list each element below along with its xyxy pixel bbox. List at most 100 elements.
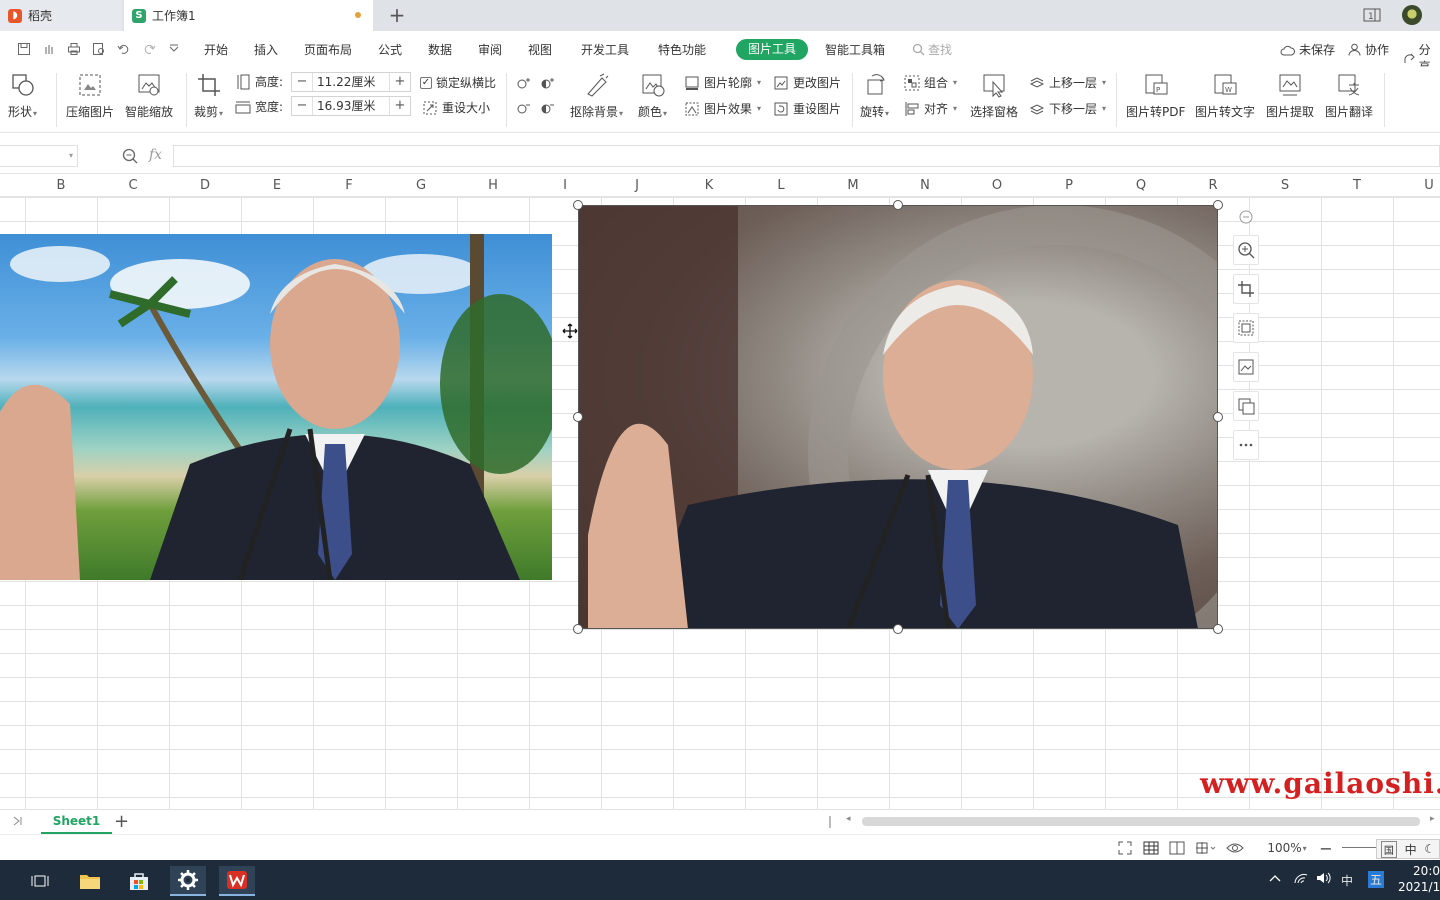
column-header-f[interactable]: F (313, 178, 385, 193)
scroll-left-icon[interactable]: ◂ (846, 814, 851, 824)
quick-access-dropdown-icon[interactable] (166, 41, 182, 57)
height-input[interactable]: 11.22厘米 (312, 73, 390, 91)
resize-handle-top[interactable] (893, 200, 903, 210)
column-header-g[interactable]: G (385, 178, 457, 193)
zoom-slider[interactable] (1342, 847, 1376, 848)
column-header-b[interactable]: B (25, 178, 97, 193)
shape-button[interactable]: 形状▾ (8, 71, 37, 120)
menu-home[interactable]: 开始 (204, 41, 228, 58)
remove-background-button[interactable]: 抠除背景▾ (570, 71, 623, 120)
menu-insert[interactable]: 插入 (254, 41, 278, 58)
tab-workbook[interactable]: S 工作簿1 (124, 0, 373, 31)
user-avatar[interactable] (1402, 5, 1422, 25)
hand-tool-icon[interactable] (41, 41, 57, 57)
tab-docer[interactable]: ◗ 稻壳 (0, 0, 122, 31)
original-portrait-picture[interactable] (578, 205, 1218, 629)
float-smart-zoom-button[interactable] (1233, 352, 1259, 382)
collapse-toolbar-button[interactable] (1233, 210, 1259, 226)
column-header-p[interactable]: P (1033, 178, 1105, 193)
column-header-s[interactable]: S (1249, 178, 1321, 193)
menu-view[interactable]: 视图 (528, 41, 552, 58)
contrast-increase-button[interactable] (540, 75, 556, 91)
width-increase-button[interactable]: + (390, 97, 410, 115)
file-explorer-button[interactable] (72, 866, 108, 896)
add-sheet-button[interactable]: + (114, 811, 129, 832)
float-more-button[interactable] (1233, 430, 1259, 460)
align-button[interactable]: 对齐 ▾ (904, 100, 957, 117)
column-header-j[interactable]: J (601, 178, 673, 193)
column-header-i[interactable]: I (529, 178, 601, 193)
chevron-down-icon[interactable]: ▾ (69, 151, 73, 160)
sheet-tab-sheet1[interactable]: Sheet1 (41, 810, 112, 834)
resize-handle-bottom[interactable] (893, 624, 903, 634)
resize-handle-top-right[interactable] (1213, 200, 1223, 210)
picture-extract-button[interactable]: 图片提取 (1266, 71, 1314, 120)
split-handle[interactable] (829, 816, 831, 828)
tray-chevron-up-icon[interactable] (1268, 872, 1282, 886)
resize-handle-right[interactable] (1213, 412, 1223, 422)
compress-picture-button[interactable]: 压缩图片 (66, 71, 114, 120)
column-header-q[interactable]: Q (1105, 178, 1177, 193)
unsaved-button[interactable]: 未保存 (1280, 41, 1335, 58)
fx-icon[interactable]: fx (149, 147, 162, 163)
crop-button[interactable]: 裁剪▾ (194, 71, 223, 120)
worksheet-grid[interactable]: www.gailaoshi. (0, 197, 1440, 809)
menu-review[interactable]: 审阅 (478, 41, 502, 58)
menu-formulas[interactable]: 公式 (378, 41, 402, 58)
column-header-e[interactable]: E (241, 178, 313, 193)
rotate-button[interactable]: 旋转▾ (860, 71, 889, 120)
column-header-c[interactable]: C (97, 178, 169, 193)
print-preview-icon[interactable] (91, 41, 107, 57)
ime-status-bar[interactable]: 国 中 ☾ (1376, 839, 1440, 859)
task-view-button[interactable] (22, 866, 58, 896)
smart-zoom-button[interactable]: 智能缩放 (125, 71, 173, 120)
normal-view-icon[interactable] (1141, 840, 1161, 856)
picture-outline-button[interactable]: 图片轮廓 ▾ (684, 74, 761, 91)
menu-data[interactable]: 数据 (428, 41, 452, 58)
name-box[interactable]: ▾ (0, 145, 78, 167)
zoom-level-dropdown[interactable]: 100% ▾ (1262, 840, 1312, 856)
resize-handle-left[interactable] (573, 412, 583, 422)
column-header-m[interactable]: M (817, 178, 889, 193)
tray-ime-mode[interactable]: 五 (1368, 871, 1385, 888)
volume-icon[interactable] (1316, 872, 1332, 887)
formula-input[interactable] (173, 145, 1440, 167)
column-header-u[interactable]: U (1393, 178, 1440, 193)
menu-smart-toolbox[interactable]: 智能工具箱 (825, 41, 885, 58)
tray-language[interactable]: 中 (1341, 872, 1353, 889)
page-break-view-icon[interactable] (1193, 840, 1219, 856)
redo-icon[interactable] (141, 41, 157, 57)
float-compress-button[interactable] (1233, 313, 1259, 343)
column-header-o[interactable]: O (961, 178, 1033, 193)
collaborate-button[interactable]: 协作 (1348, 41, 1389, 58)
eye-protection-icon[interactable] (1225, 840, 1245, 856)
height-stepper[interactable]: − 11.22厘米 + (291, 72, 411, 92)
column-header-r[interactable]: R (1177, 178, 1249, 193)
float-crop-button[interactable] (1233, 274, 1259, 304)
menu-page-layout[interactable]: 页面布局 (304, 41, 352, 58)
color-button[interactable]: 颜色▾ (638, 71, 667, 120)
resize-handle-bottom-right[interactable] (1213, 624, 1223, 634)
resize-handle-top-left[interactable] (573, 200, 583, 210)
send-backward-button[interactable]: 下移一层 ▾ (1029, 100, 1106, 117)
column-header-t[interactable]: T (1321, 178, 1393, 193)
height-decrease-button[interactable]: − (292, 73, 312, 91)
width-input[interactable]: 16.93厘米 (312, 97, 390, 115)
group-button[interactable]: 组合 ▾ (904, 74, 957, 91)
column-header-l[interactable]: L (745, 178, 817, 193)
brightness-increase-button[interactable] (516, 75, 532, 91)
column-header-n[interactable]: N (889, 178, 961, 193)
height-increase-button[interactable]: + (390, 73, 410, 91)
page-layout-view-icon[interactable] (1167, 840, 1187, 856)
lock-aspect-ratio-checkbox[interactable]: ✓ 锁定纵横比 (420, 74, 496, 91)
resize-handle-bottom-left[interactable] (573, 624, 583, 634)
settings-button[interactable] (170, 866, 206, 896)
column-header-d[interactable]: D (169, 178, 241, 193)
menu-search[interactable]: 查找 (912, 41, 952, 58)
undo-icon[interactable] (116, 41, 132, 57)
picture-effect-button[interactable]: 图片效果 ▾ (684, 100, 761, 117)
column-header-k[interactable]: K (673, 178, 745, 193)
reset-picture-button[interactable]: 重设图片 (773, 100, 841, 117)
menu-picture-tools[interactable]: 图片工具 (736, 39, 808, 60)
menu-special-features[interactable]: 特色功能 (658, 41, 706, 58)
